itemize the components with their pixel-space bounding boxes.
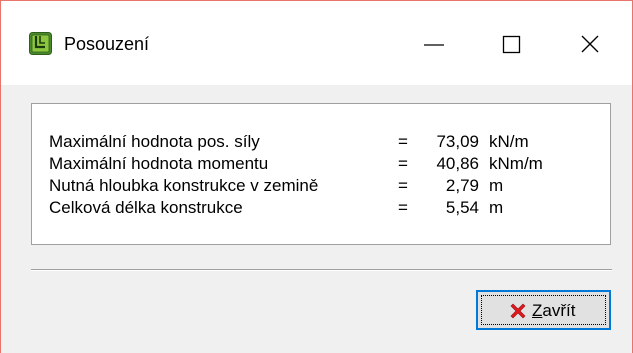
close-icon[interactable]: [567, 21, 613, 67]
result-value: 5,54: [445, 198, 479, 217]
close-dialog-button[interactable]: Zavřít: [476, 290, 611, 330]
dialog-window: Posouzení Maximální hodnota pos. síly = …: [0, 0, 633, 353]
equals-sign: =: [398, 176, 408, 195]
separator-line: [31, 269, 612, 271]
result-value: 73,09: [436, 132, 479, 151]
result-unit: m: [489, 176, 504, 195]
result-value: 40,86: [436, 154, 479, 173]
close-button-label-rest: avřít: [542, 301, 576, 320]
window-title: Posouzení: [64, 34, 150, 54]
result-unit: kNm/m: [489, 154, 543, 173]
result-unit: kN/m: [489, 132, 529, 151]
mnemonic-letter: Z: [532, 301, 543, 320]
result-label: Celková délka konstrukce: [49, 198, 243, 217]
red-x-icon: [510, 303, 526, 319]
result-label: Maximální hodnota momentu: [49, 154, 269, 173]
dialog-content: Maximální hodnota pos. síly = 73,09 kN/m…: [1, 85, 632, 353]
close-button-label: Zavřít: [532, 300, 575, 322]
results-panel: Maximální hodnota pos. síly = 73,09 kN/m…: [31, 103, 611, 245]
result-unit: m: [489, 198, 504, 217]
equals-sign: =: [398, 154, 408, 173]
equals-sign: =: [398, 198, 408, 217]
equals-sign: =: [398, 132, 408, 151]
app-icon: [29, 32, 52, 55]
maximize-icon[interactable]: [489, 21, 535, 67]
minimize-icon[interactable]: [411, 21, 457, 67]
result-value: 2,79: [445, 176, 479, 195]
result-label: Maximální hodnota pos. síly: [49, 132, 260, 151]
title-bar[interactable]: Posouzení: [1, 1, 632, 85]
result-label: Nutná hloubka konstrukce v zemině: [49, 176, 319, 195]
